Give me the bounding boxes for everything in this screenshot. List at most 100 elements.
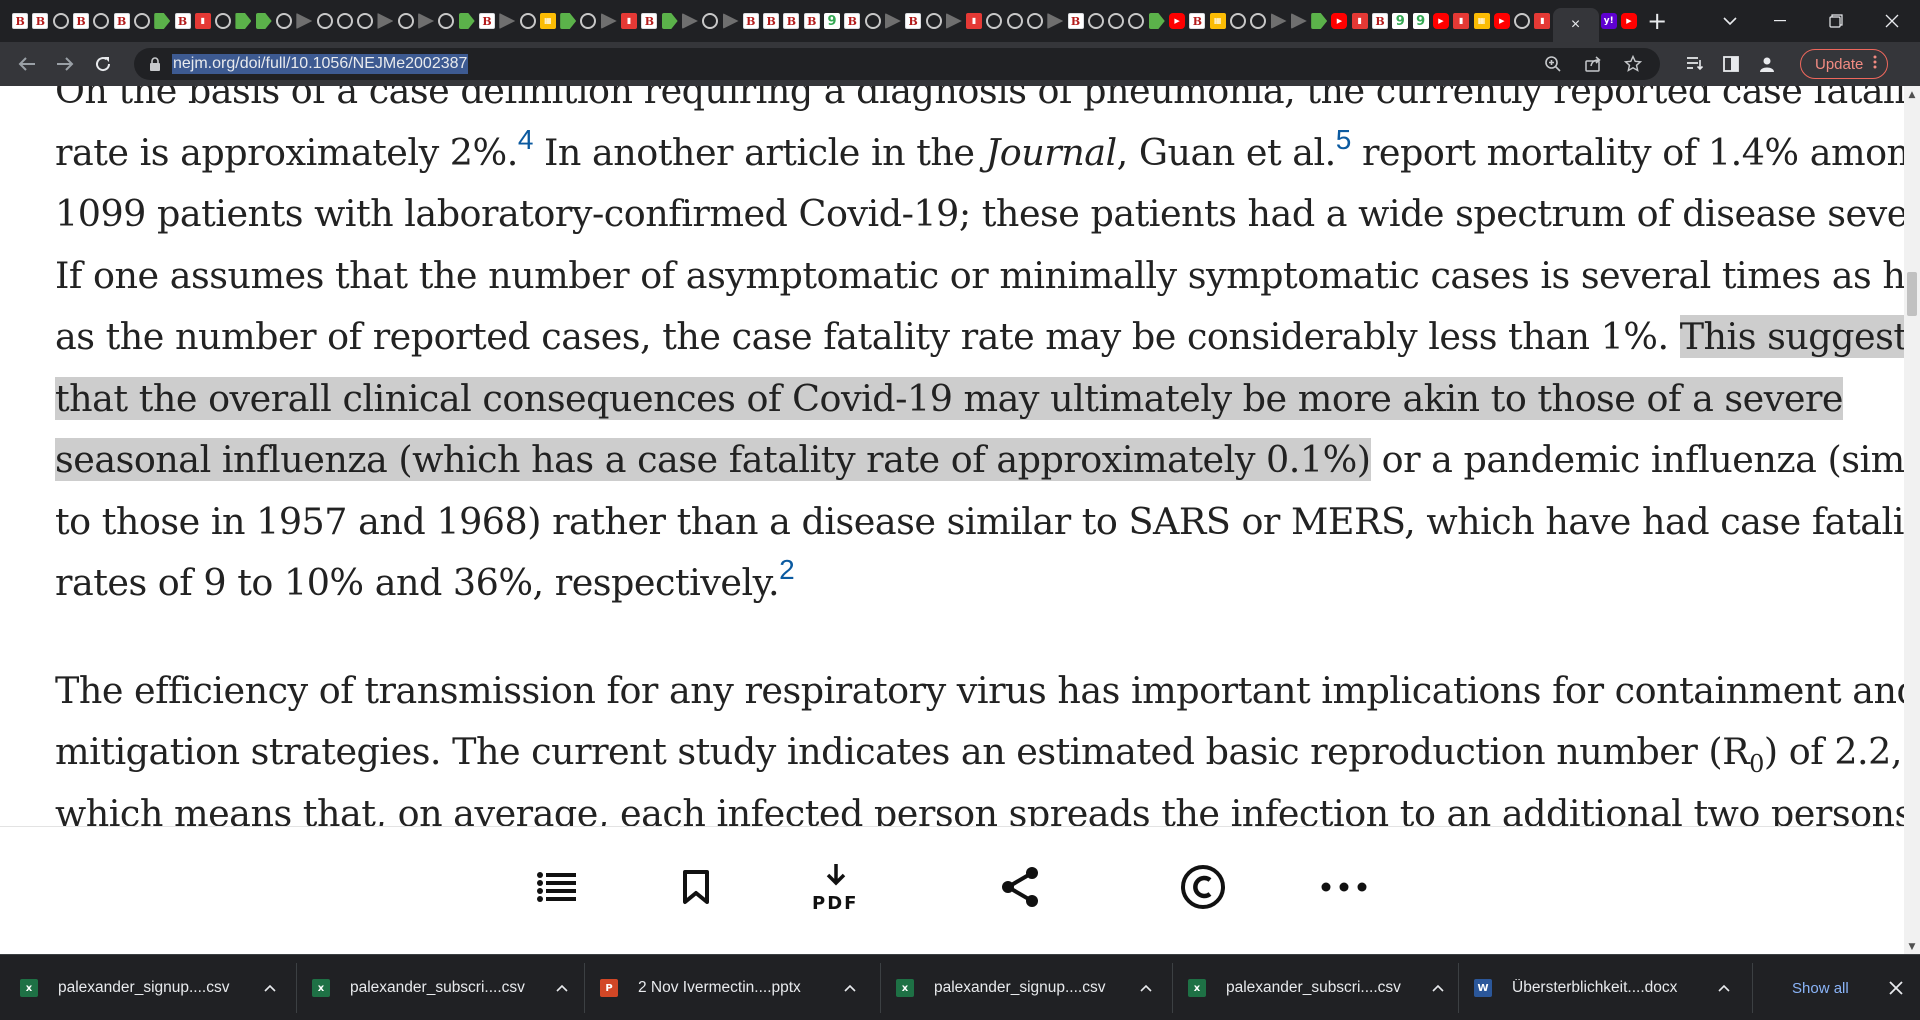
browser-tab[interactable] (1005, 0, 1025, 42)
scroll-down-arrow-icon[interactable]: ▼ (1904, 942, 1920, 952)
minimize-button[interactable] (1752, 0, 1808, 42)
chevron-up-icon[interactable] (1718, 980, 1730, 996)
zoom-icon[interactable] (1538, 49, 1568, 79)
browser-tab[interactable]: ▦ (538, 0, 558, 42)
browser-tab[interactable]: B (781, 0, 801, 42)
download-item[interactable]: W Übersterblichkeit....docx (1474, 955, 1764, 1020)
browser-tab[interactable] (1309, 0, 1329, 42)
restore-button[interactable] (1808, 0, 1864, 42)
browser-tab[interactable] (517, 0, 537, 42)
chevron-up-icon[interactable] (556, 980, 568, 996)
show-all-downloads-button[interactable]: Show all (1778, 972, 1863, 1004)
browser-tab[interactable]: B (1370, 0, 1390, 42)
browser-tab[interactable] (233, 0, 253, 42)
share-article-button[interactable] (990, 857, 1050, 917)
browser-tab[interactable] (274, 0, 294, 42)
browser-tab[interactable]: ▶ (1431, 0, 1451, 42)
more-options-button[interactable] (1314, 857, 1374, 917)
scrollbar-thumb[interactable] (1907, 272, 1917, 316)
highlighted-text[interactable]: that the overall clinical consequences o… (55, 376, 1844, 420)
close-tab-icon[interactable]: × (1571, 16, 1580, 34)
download-item[interactable]: x palexander_signup....csv (896, 955, 1186, 1020)
browser-tab[interactable]: 9 (822, 0, 842, 42)
browser-tab[interactable] (51, 0, 71, 42)
close-window-button[interactable] (1864, 0, 1920, 42)
browser-tab[interactable] (213, 0, 233, 42)
close-download-shelf-button[interactable] (1880, 972, 1912, 1004)
browser-tab[interactable]: B (10, 0, 30, 42)
chevron-up-icon[interactable] (264, 980, 276, 996)
reference-link[interactable]: 4 (518, 124, 534, 155)
bookmark-star-icon[interactable] (1618, 49, 1648, 79)
side-panel-icon[interactable] (1716, 49, 1746, 79)
update-button[interactable]: Update (1800, 49, 1889, 79)
download-item[interactable]: x palexander_subscri....csv (1188, 955, 1478, 1020)
copyright-permissions-button[interactable] (1173, 857, 1233, 917)
browser-tab[interactable] (1086, 0, 1106, 42)
table-of-contents-button[interactable] (526, 857, 586, 917)
browser-tab[interactable] (152, 0, 172, 42)
browser-tab[interactable] (335, 0, 355, 42)
browser-tab[interactable]: B (477, 0, 497, 42)
vertical-scrollbar[interactable]: ▲ ▼ (1904, 86, 1920, 954)
browser-tab[interactable] (132, 0, 152, 42)
browser-tab[interactable]: ▮ (964, 0, 984, 42)
reference-link[interactable]: 5 (1336, 124, 1352, 155)
highlighted-text[interactable]: seasonal influenza (which has a case fat… (55, 438, 1371, 481)
browser-tab[interactable]: ▮ (1350, 0, 1370, 42)
browser-tab[interactable] (254, 0, 274, 42)
browser-tab[interactable] (457, 0, 477, 42)
download-item[interactable]: x palexander_signup....csv (20, 955, 310, 1020)
browser-tab[interactable] (436, 0, 456, 42)
browser-tab[interactable]: B (111, 0, 131, 42)
reload-button[interactable] (86, 47, 120, 81)
browser-tab[interactable] (497, 0, 517, 42)
browser-tab[interactable] (396, 0, 416, 42)
browser-tab[interactable] (1025, 0, 1045, 42)
browser-tab[interactable]: ▶ (1329, 0, 1349, 42)
browser-tab[interactable] (1289, 0, 1309, 42)
chevron-up-icon[interactable] (1140, 980, 1152, 996)
lock-icon[interactable] (148, 57, 162, 71)
browser-tab[interactable] (1147, 0, 1167, 42)
browser-tab[interactable] (1106, 0, 1126, 42)
browser-tab[interactable] (375, 0, 395, 42)
reference-link[interactable]: 2 (779, 554, 795, 585)
reading-list-icon[interactable] (1680, 49, 1710, 79)
browser-tab[interactable] (558, 0, 578, 42)
browser-tab[interactable] (599, 0, 619, 42)
browser-tab[interactable] (1512, 0, 1532, 42)
browser-tab[interactable]: B (1187, 0, 1207, 42)
browser-tab[interactable]: B (761, 0, 781, 42)
browser-tab[interactable] (923, 0, 943, 42)
page-content[interactable]: On the basis of a case definition requir… (0, 86, 1904, 826)
browser-tab[interactable]: ▶ (1167, 0, 1187, 42)
browser-tab[interactable]: ▦ (1208, 0, 1228, 42)
browser-tab[interactable] (883, 0, 903, 42)
browser-tab[interactable] (294, 0, 314, 42)
back-button[interactable] (10, 47, 44, 81)
browser-tab[interactable] (660, 0, 680, 42)
browser-tab[interactable] (862, 0, 882, 42)
chevron-up-icon[interactable] (1432, 980, 1444, 996)
pdf-download-button[interactable]: PDF (806, 857, 866, 917)
download-item[interactable]: P 2 Nov Ivermectin....pptx (600, 955, 890, 1020)
browser-tab[interactable] (944, 0, 964, 42)
browser-tab[interactable]: B (172, 0, 192, 42)
browser-tab[interactable]: ▦ (1471, 0, 1491, 42)
bookmark-article-button[interactable] (666, 857, 726, 917)
browser-tab[interactable]: B (71, 0, 91, 42)
browser-tab[interactable] (1268, 0, 1288, 42)
browser-tab[interactable]: B (639, 0, 659, 42)
browser-tab[interactable]: ▶ (1492, 0, 1512, 42)
browser-tab[interactable]: B (842, 0, 862, 42)
tab-search-button[interactable] (1708, 0, 1752, 42)
highlighted-text[interactable]: This suggests (1679, 315, 1904, 358)
share-page-icon[interactable] (1578, 49, 1608, 79)
url-text[interactable]: nejm.org/doi/full/10.1056/NEJMe2002387 (172, 54, 469, 74)
chevron-up-icon[interactable] (844, 980, 856, 996)
browser-tab[interactable] (700, 0, 720, 42)
browser-tab[interactable]: B (903, 0, 923, 42)
browser-tab[interactable]: ▮ (1532, 0, 1552, 42)
browser-tab[interactable] (1126, 0, 1146, 42)
